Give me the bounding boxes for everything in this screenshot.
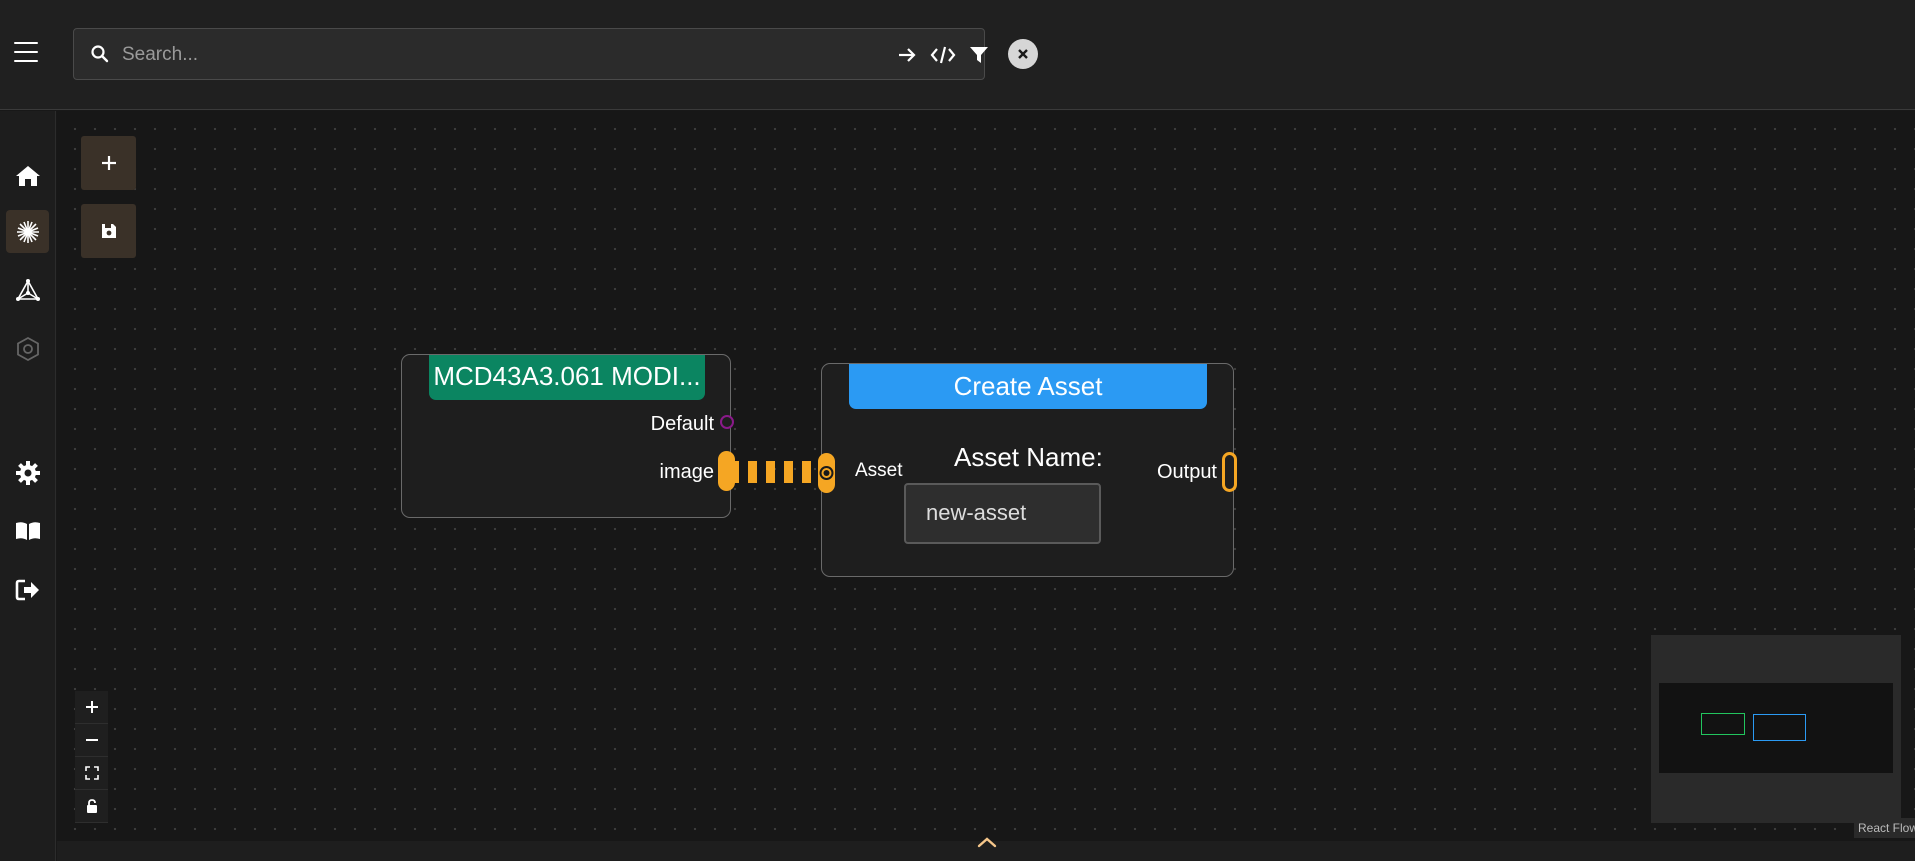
hamburger-menu-icon[interactable] [14, 42, 38, 62]
plus-icon [101, 156, 116, 170]
source-node[interactable]: MCD43A3.061 MODI... Default image [401, 354, 731, 518]
search-input[interactable] [122, 39, 942, 71]
asset-name-label: Asset Name: [954, 442, 1103, 472]
logout-icon[interactable] [6, 568, 49, 611]
connected-dot-icon [819, 466, 834, 480]
starburst-icon[interactable] [6, 210, 49, 253]
code-icon[interactable] [930, 42, 956, 68]
minimap-viewport [1659, 683, 1893, 773]
port-label-output: Output [1156, 461, 1217, 483]
search-bar [73, 28, 988, 80]
gear-icon[interactable] [6, 451, 49, 494]
image-output-handle[interactable] [718, 451, 735, 491]
output-handle[interactable] [1222, 452, 1237, 492]
zoom-out-icon[interactable] [75, 724, 108, 757]
create-asset-node[interactable]: Create Asset Asset Asset Name: new-asset… [821, 363, 1234, 577]
zoom-in-icon[interactable] [75, 691, 108, 724]
minimap-node-source [1701, 713, 1745, 735]
port-label-asset: Asset [855, 460, 903, 481]
search-icon [91, 45, 109, 63]
minimap-node-create-asset [1753, 714, 1806, 741]
arrow-right-icon[interactable] [894, 42, 920, 68]
zoom-controls [75, 691, 108, 823]
save-button[interactable] [81, 204, 136, 258]
hexagon-icon[interactable] [6, 327, 49, 370]
close-icon [1018, 49, 1028, 59]
home-icon[interactable] [6, 154, 49, 197]
minimap[interactable] [1651, 635, 1901, 823]
port-label-default: Default [650, 413, 714, 435]
sidebar [0, 111, 56, 861]
close-search-button[interactable] [1008, 39, 1038, 69]
asset-name-input[interactable]: new-asset [904, 483, 1101, 544]
lock-icon[interactable] [75, 790, 108, 823]
asset-input-handle[interactable] [818, 453, 835, 493]
source-node-title: MCD43A3.061 MODI... [429, 355, 705, 400]
fit-view-icon[interactable] [75, 757, 108, 790]
filter-icon[interactable] [966, 42, 992, 68]
port-label-image: image [659, 461, 714, 483]
chevron-up-icon[interactable] [974, 832, 1000, 852]
add-node-button[interactable] [81, 136, 136, 190]
save-icon [101, 224, 116, 238]
network-icon[interactable] [6, 268, 49, 311]
create-asset-title: Create Asset [849, 364, 1207, 409]
default-output-handle[interactable] [720, 415, 734, 429]
book-icon[interactable] [6, 509, 49, 552]
react-flow-attribution[interactable]: React Flow [1854, 818, 1915, 838]
top-bar [0, 0, 1915, 110]
